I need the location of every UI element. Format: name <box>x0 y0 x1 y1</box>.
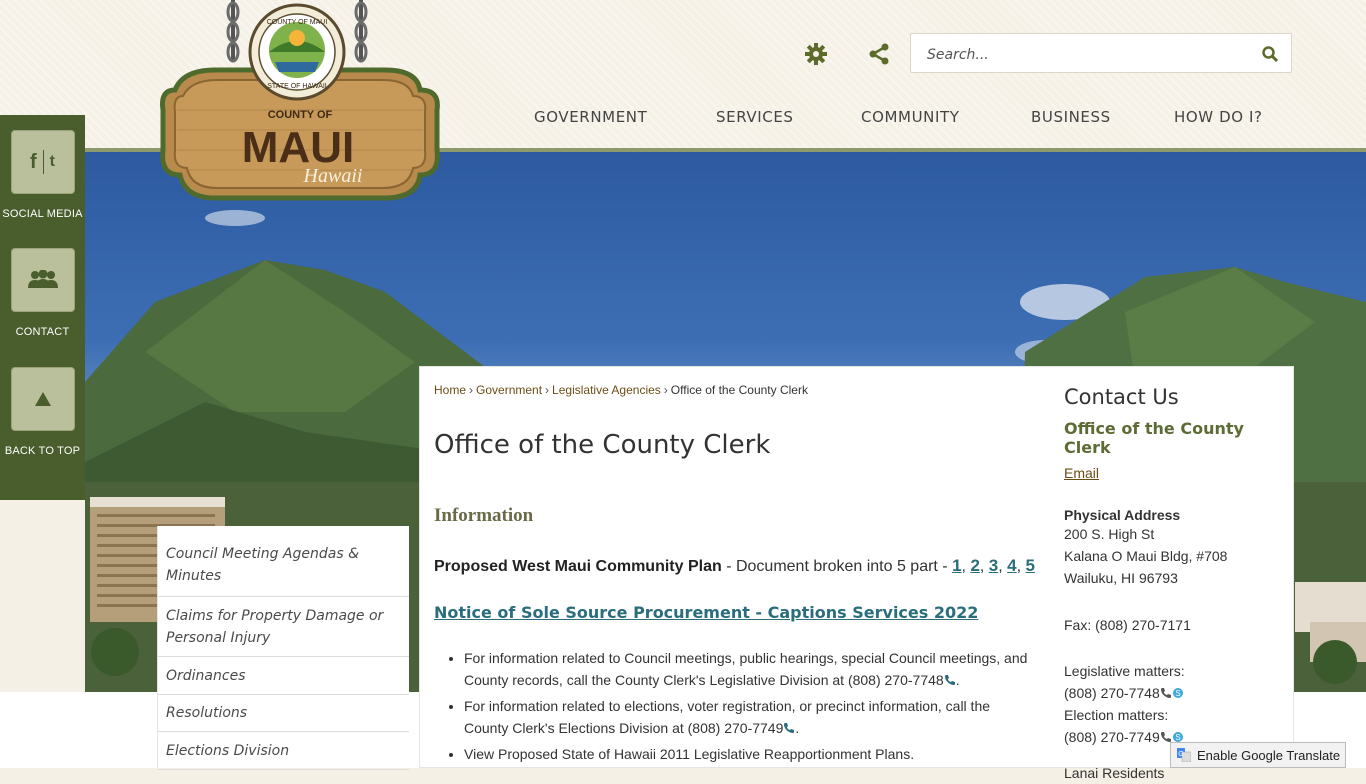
plan-title: Proposed West Maui Community Plan <box>434 558 722 575</box>
list-item: For information related to Council meeti… <box>464 647 1034 691</box>
phone-icon[interactable] <box>783 722 795 734</box>
share-icon[interactable] <box>867 42 891 66</box>
legislative-phone: (808) 270-7748 S <box>1064 682 1289 704</box>
svg-text:S: S <box>1175 689 1180 698</box>
svg-text:G: G <box>1178 751 1183 758</box>
plan-part-3-link[interactable]: 3 <box>989 556 998 575</box>
address-label: Physical Address <box>1064 507 1181 523</box>
breadcrumb: Home › Government › Legislative Agencies › Off… <box>434 383 808 397</box>
phone-icon[interactable] <box>1160 687 1172 699</box>
section-subnav: Council Meeting Agendas & Minutes Claims… <box>157 526 409 770</box>
social-rail: f t SOCIAL MEDIA CONTACT BACK TO TOP <box>0 115 85 500</box>
contact-us-panel: Contact Us Office of the County Clerk Em… <box>1064 385 1289 784</box>
info-list: For information related to Council meeti… <box>448 647 1034 769</box>
county-of-maui-logo[interactable]: COUNTY OF MAUI Hawaii COUNTY OF MAUI STA… <box>155 0 445 210</box>
page-title: Office of the County Clerk <box>434 430 771 460</box>
sole-source-notice-link[interactable]: Notice of Sole Source Procurement - Capt… <box>434 603 978 622</box>
contact-email-link[interactable]: Email <box>1064 465 1289 481</box>
nav-government[interactable]: GOVERNMENT <box>534 108 647 126</box>
subnav-item-council-meeting-agendas[interactable]: Council Meeting Agendas & Minutes <box>158 526 409 597</box>
google-translate-button[interactable]: G Enable Google Translate <box>1170 742 1346 768</box>
skype-icon[interactable]: S <box>1172 687 1184 699</box>
fax-number: Fax: (808) 270-7171 <box>1064 617 1191 633</box>
community-plan-line: Proposed West Maui Community Plan - Docu… <box>434 556 1035 575</box>
search-box <box>910 33 1292 73</box>
address-line: 200 S. High St <box>1064 526 1155 542</box>
plan-part-1-link[interactable]: 1 <box>952 556 961 575</box>
search-icon[interactable] <box>1261 45 1279 63</box>
google-translate-icon: G <box>1177 748 1191 762</box>
people-icon <box>10 248 75 312</box>
content-card: Home › Government › Legislative Agencies › Off… <box>419 366 1294 781</box>
plan-part-2-link[interactable]: 2 <box>970 556 979 575</box>
svg-text:COUNTY OF: COUNTY OF <box>268 109 333 121</box>
rail-contact[interactable]: CONTACT <box>0 248 85 338</box>
breadcrumb-government[interactable]: Government <box>476 383 542 397</box>
list-item: View Proposed State of Hawaii 2011 Legis… <box>464 743 1034 765</box>
rail-social-media[interactable]: f t SOCIAL MEDIA <box>0 130 85 220</box>
svg-text:STATE OF HAWAII: STATE OF HAWAII <box>267 83 327 90</box>
rail-label: SOCIAL MEDIA <box>2 208 83 220</box>
plan-description: - Document broken into 5 part - <box>721 558 953 575</box>
breadcrumb-current: Office of the County Clerk <box>670 383 808 397</box>
subnav-item-ordinances[interactable]: Ordinances <box>158 657 409 695</box>
svg-text:Hawaii: Hawaii <box>303 165 363 187</box>
subnav-item-elections-division[interactable]: Elections Division <box>158 732 409 770</box>
subnav-item-claims[interactable]: Claims for Property Damage or Personal I… <box>158 597 409 657</box>
nav-community[interactable]: COMMUNITY <box>861 108 960 126</box>
election-label: Election matters: <box>1064 707 1169 723</box>
arrow-up-icon <box>10 367 75 431</box>
rail-label: BACK TO TOP <box>4 445 81 457</box>
rail-label: CONTACT <box>15 326 70 338</box>
rail-back-to-top[interactable]: BACK TO TOP <box>0 367 85 457</box>
facebook-twitter-icon: f t <box>10 130 75 194</box>
svg-text:COUNTY OF MAUI: COUNTY OF MAUI <box>267 19 328 26</box>
list-item: For information related to elections, vo… <box>464 695 1034 739</box>
breadcrumb-home[interactable]: Home <box>434 383 466 397</box>
subnav-item-resolutions[interactable]: Resolutions <box>158 695 409 732</box>
nav-services[interactable]: SERVICES <box>716 108 794 126</box>
contact-heading: Contact Us <box>1064 385 1179 409</box>
svg-text:S: S <box>1175 733 1180 742</box>
address-line: Kalana O Maui Bldg, #708 <box>1064 548 1228 564</box>
plan-part-5-link[interactable]: 5 <box>1026 556 1035 575</box>
nav-business[interactable]: BUSINESS <box>1031 108 1111 126</box>
logo-graphic: COUNTY OF MAUI Hawaii COUNTY OF MAUI STA… <box>160 0 440 201</box>
contact-org-name: Office of the County Clerk <box>1064 419 1244 457</box>
translate-label: Enable Google Translate <box>1197 747 1341 763</box>
nav-how-do-i[interactable]: HOW DO I? <box>1174 108 1263 126</box>
phone-icon[interactable] <box>944 674 956 686</box>
plan-part-4-link[interactable]: 4 <box>1007 556 1016 575</box>
breadcrumb-legislative-agencies[interactable]: Legislative Agencies <box>552 383 661 397</box>
gear-icon[interactable] <box>804 42 828 66</box>
legislative-label: Legislative matters: <box>1064 663 1185 679</box>
address-line: Wailuku, HI 96793 <box>1064 570 1178 586</box>
information-heading: Information <box>434 505 534 526</box>
search-input[interactable] <box>925 43 1249 67</box>
